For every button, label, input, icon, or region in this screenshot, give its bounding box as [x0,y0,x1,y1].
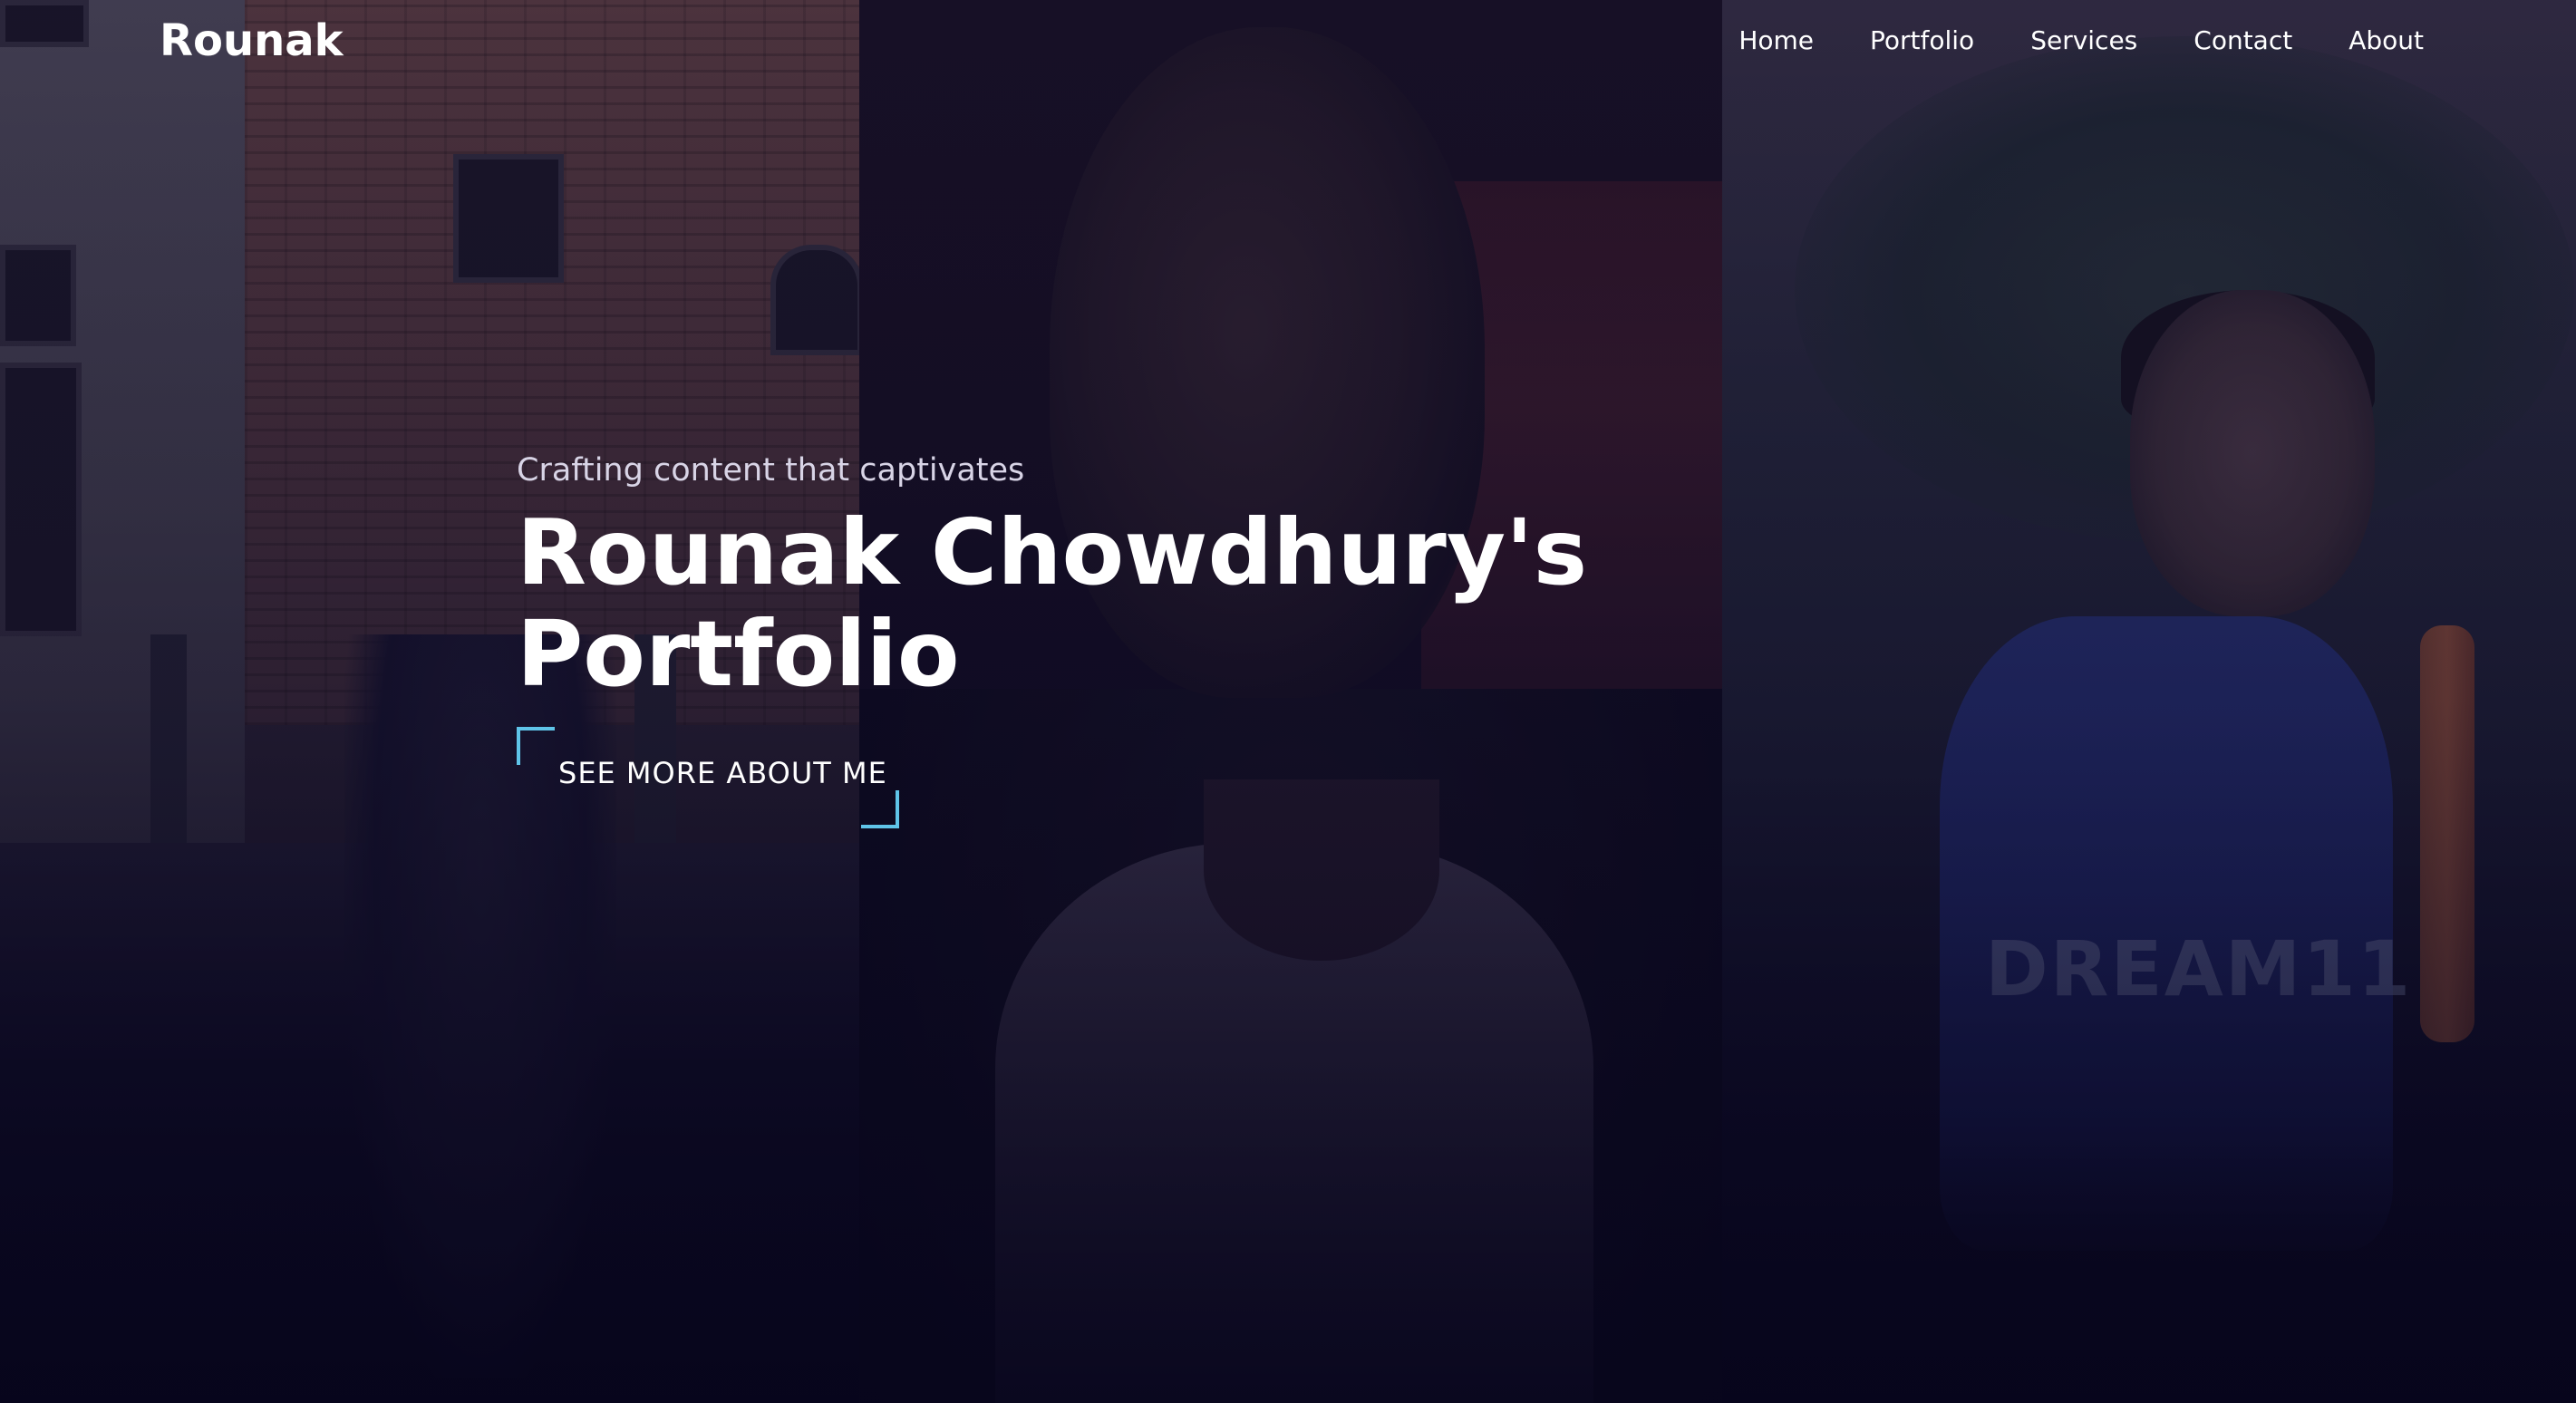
main-nav: Home Portfolio Services Contact About [1738,20,2424,62]
hero-title-line2: Portfolio [517,601,960,707]
nav-services[interactable]: Services [2030,20,2137,62]
hero-tagline: Crafting content that captivates [517,452,1025,489]
nav-home[interactable]: Home [1738,20,1814,62]
nav-portfolio[interactable]: Portfolio [1870,20,1974,62]
site-header: Rounak Home Portfolio Services Contact A… [0,0,2576,83]
corner-bracket-top-left [517,727,555,765]
jersey-sponsor-text: DREAM11 [1985,924,2413,1013]
nav-about[interactable]: About [2348,20,2424,62]
see-more-label: SEE MORE ABOUT ME [558,756,887,790]
landing-page: DREAM11 Rounak Home Portfolio Services C… [0,0,2576,1403]
nav-contact[interactable]: Contact [2193,20,2292,62]
corner-bracket-bottom-right [861,790,899,828]
hero-title-line1: Rounak Chowdhury's [517,499,1588,605]
see-more-button[interactable]: SEE MORE ABOUT ME [517,727,899,828]
hero-title: Rounak Chowdhury's Portfolio [517,502,1695,705]
brand-logo[interactable]: Rounak [160,13,344,69]
hero-section: Crafting content that captivates Rounak … [517,444,1695,705]
hero-photo-cricket: DREAM11 [1722,0,2576,1403]
